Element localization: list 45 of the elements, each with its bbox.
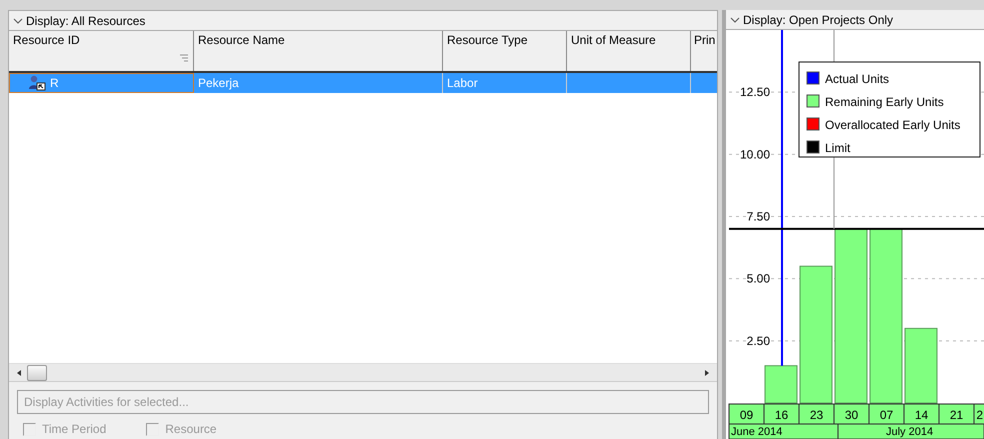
column-header[interactable]: Resource Type xyxy=(443,31,567,71)
legend-label: Remaining Early Units xyxy=(825,95,944,109)
table-cell: R xyxy=(50,76,59,90)
week-label: 14 xyxy=(914,408,928,422)
legend-label: Limit xyxy=(825,141,850,155)
caret-icon[interactable] xyxy=(13,16,23,24)
week-label: 30 xyxy=(844,408,858,422)
week-cell xyxy=(868,404,904,424)
week-label: 09 xyxy=(740,408,754,422)
axis-label: 10.00 xyxy=(740,147,770,162)
week-cell xyxy=(904,404,940,424)
horizontal-scrollbar[interactable] xyxy=(9,363,717,381)
column-header[interactable]: Resource ID xyxy=(9,31,194,71)
week-label: 23 xyxy=(810,408,824,422)
legend-label: Overallocated Early Units xyxy=(825,118,960,132)
legend-label: Actual Units xyxy=(825,72,890,86)
table-cell: Labor xyxy=(447,76,478,90)
column-header[interactable]: Prin xyxy=(691,31,717,71)
scroll-left-icon[interactable] xyxy=(15,368,23,376)
panel-header[interactable]: Display: All Resources xyxy=(26,14,146,28)
week-label: 16 xyxy=(774,408,788,422)
column-header[interactable]: Resource Name xyxy=(194,31,443,71)
month-label: July 2014 xyxy=(886,426,934,438)
week-cell xyxy=(798,404,834,424)
week-cell xyxy=(728,404,764,424)
table-cell: Pekerja xyxy=(198,76,239,90)
month-label: June 2014 xyxy=(731,426,782,438)
week-cell xyxy=(834,404,870,424)
person-icon xyxy=(28,75,46,91)
sort-icon[interactable] xyxy=(179,53,189,63)
checkbox-label: Resource xyxy=(165,422,217,436)
week-label: 2 xyxy=(976,408,983,422)
scroll-right-icon[interactable] xyxy=(703,368,711,376)
axis-label: 2.50 xyxy=(746,334,770,348)
caret-icon[interactable] xyxy=(730,16,740,24)
axis-label: 5.00 xyxy=(746,272,770,286)
panel-header[interactable]: Display: Open Projects Only xyxy=(743,12,894,26)
week-label: 21 xyxy=(950,408,964,422)
column-header[interactable]: Unit of Measure xyxy=(567,31,691,71)
week-label: 07 xyxy=(880,408,894,422)
scrollbar-thumb[interactable] xyxy=(27,364,47,380)
axis-label: 7.50 xyxy=(746,210,770,224)
axis-label: 12.50 xyxy=(740,85,770,100)
checkbox-label: Time Period xyxy=(42,422,106,436)
week-cell xyxy=(764,404,800,424)
